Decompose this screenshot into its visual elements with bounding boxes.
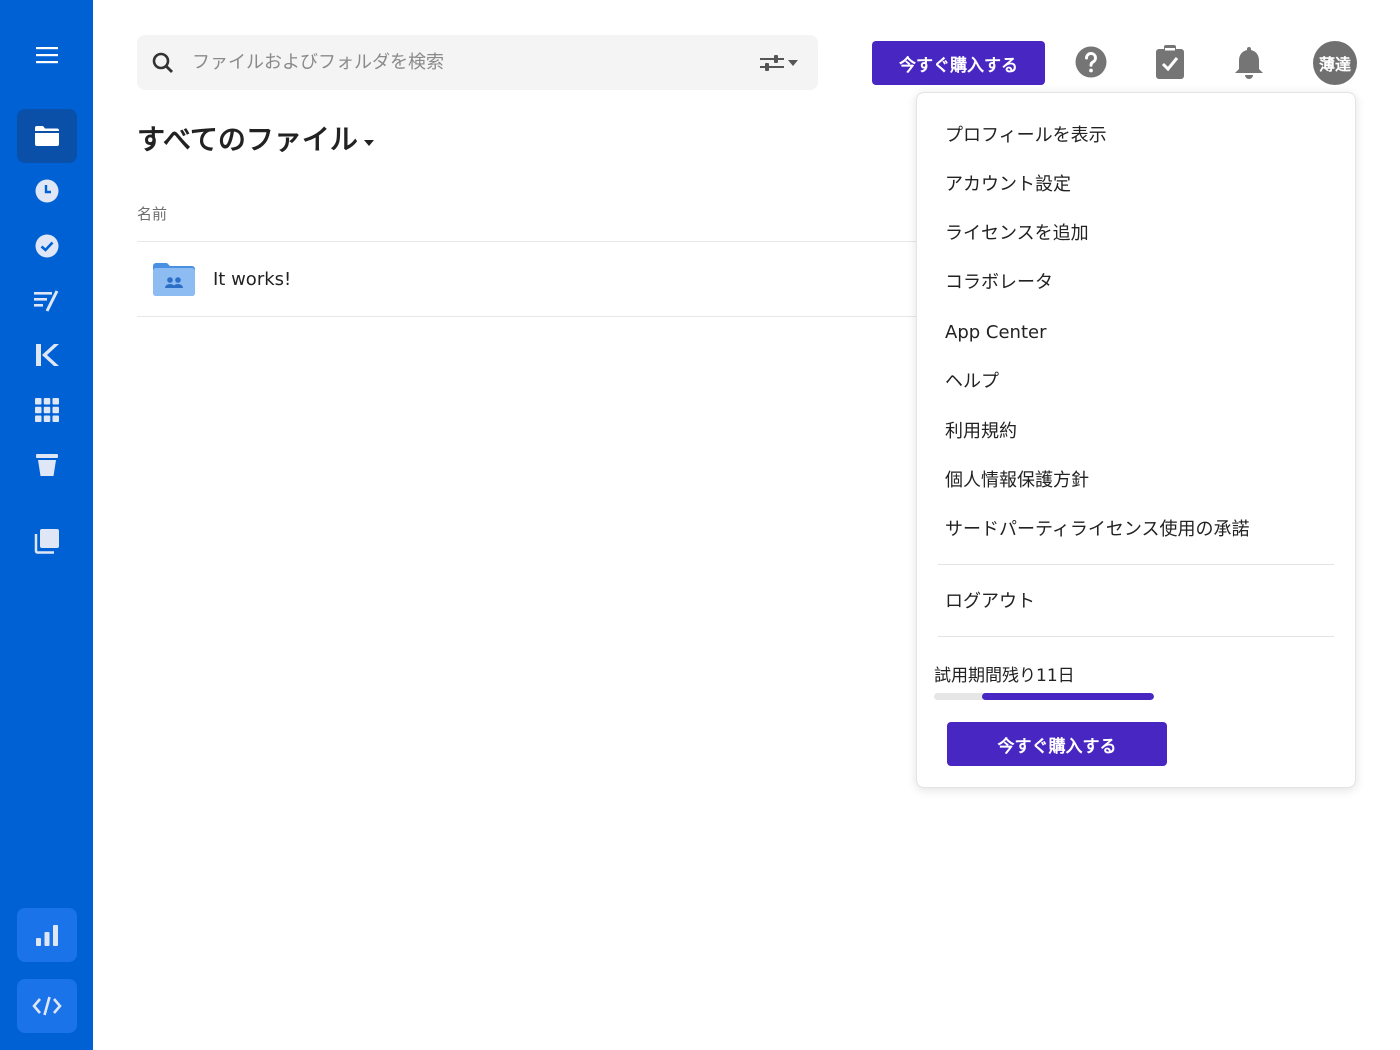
folder-icon	[35, 126, 59, 146]
account-dropdown-menu: プロフィールを表示 アカウント設定 ライセンスを追加 コラボレータ App Ce…	[916, 92, 1356, 788]
bell-icon	[1235, 47, 1263, 79]
avatar[interactable]: 薄達	[1313, 41, 1357, 85]
sidebar	[0, 0, 93, 1050]
column-header-name[interactable]: 名前	[137, 203, 167, 224]
tasks-button[interactable]	[1152, 44, 1188, 80]
menu-item-third-party-licenses[interactable]: サードパーティライセンス使用の承諾	[945, 513, 1250, 543]
buy-now-button[interactable]: 今すぐ購入する	[872, 41, 1045, 85]
notifications-button[interactable]	[1231, 44, 1267, 80]
shared-folder-icon	[153, 263, 195, 296]
menu-item-help[interactable]: ヘルプ	[945, 365, 999, 395]
menu-item-privacy-policy[interactable]: 個人情報保護方針	[945, 464, 1089, 494]
file-name: It works!	[213, 268, 292, 290]
sidebar-item-collections[interactable]	[17, 514, 77, 568]
sidebar-item-analytics[interactable]	[17, 908, 77, 962]
sidebar-item-recents[interactable]	[17, 164, 77, 218]
clipboard-check-icon	[1156, 45, 1184, 79]
sidebar-item-tasks[interactable]	[17, 219, 77, 273]
divider	[137, 241, 917, 242]
trial-progress-fill	[982, 693, 1154, 700]
trash-icon	[36, 454, 58, 476]
code-icon	[32, 996, 62, 1016]
menu-item-app-center[interactable]: App Center	[945, 317, 1046, 347]
menu-item-add-license[interactable]: ライセンスを追加	[945, 217, 1089, 247]
app: 今すぐ購入する 薄達 すべてのファイル 名前	[0, 0, 1400, 1050]
sidebar-item-relay[interactable]	[17, 328, 77, 382]
menu-buy-now-button[interactable]: 今すぐ購入する	[947, 722, 1167, 766]
clock-icon	[35, 179, 59, 203]
menu-item-collaborators[interactable]: コラボレータ	[945, 266, 1053, 296]
trial-progress-bar	[934, 693, 1154, 700]
menu-item-logout[interactable]: ログアウト	[945, 585, 1035, 615]
help-question-icon	[1075, 46, 1107, 78]
sliders-filter-icon	[760, 55, 784, 71]
help-button[interactable]	[1073, 44, 1109, 80]
hamburger-menu-icon	[36, 47, 58, 64]
menu-divider	[938, 564, 1334, 565]
menu-item-account-settings[interactable]: アカウント設定	[945, 168, 1071, 198]
relay-workflow-icon	[36, 344, 59, 366]
apps-grid-icon	[35, 398, 59, 422]
trial-remaining-text: 試用期間残り11日	[934, 666, 1075, 686]
collections-icon	[34, 529, 59, 554]
page-title-dropdown[interactable]: すべてのファイル	[137, 118, 374, 158]
menu-divider	[938, 636, 1334, 637]
divider	[137, 316, 917, 317]
menu-item-view-profile[interactable]: プロフィールを表示	[945, 119, 1107, 149]
sidebar-item-apps[interactable]	[17, 383, 77, 437]
search-icon	[152, 52, 173, 73]
bar-chart-icon	[36, 925, 58, 946]
check-circle-icon	[35, 234, 59, 258]
caret-down-icon	[788, 60, 798, 66]
search-bar	[137, 35, 818, 90]
sidebar-item-all-files[interactable]	[17, 109, 77, 163]
table-row[interactable]: It works!	[137, 243, 917, 315]
page-title: すべてのファイル	[137, 123, 358, 156]
sidebar-item-trash[interactable]	[17, 438, 77, 492]
sidebar-item-notes[interactable]	[17, 274, 77, 328]
search-input[interactable]	[192, 45, 732, 80]
notes-icon	[34, 290, 59, 312]
sidebar-item-dev-console[interactable]	[17, 979, 77, 1033]
search-filter-button[interactable]	[755, 49, 803, 77]
hamburger-menu-button[interactable]	[17, 28, 77, 82]
caret-down-icon	[363, 140, 374, 146]
menu-item-terms[interactable]: 利用規約	[945, 415, 1017, 445]
